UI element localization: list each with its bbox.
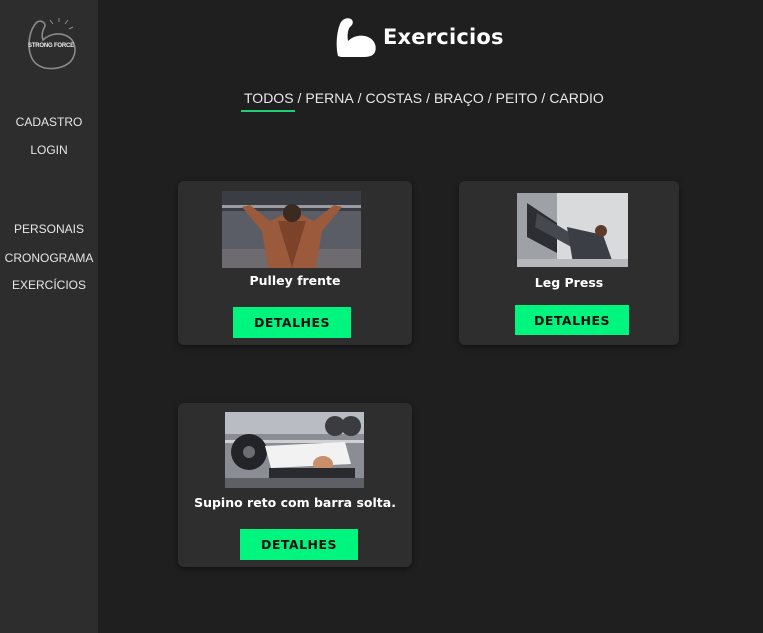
exercise-name: Leg Press — [534, 275, 604, 290]
filter-separator: / — [357, 90, 362, 106]
details-button[interactable]: DETALHES — [240, 529, 358, 560]
nav-cadastro[interactable]: CADASTRO — [0, 115, 98, 129]
filter-separator: / — [541, 90, 546, 106]
filter-costas[interactable]: COSTAS — [366, 90, 423, 106]
exercise-card: Pulley frente DETALHES — [178, 181, 412, 345]
nav-login[interactable]: LOGIN — [0, 143, 98, 157]
details-button[interactable]: DETALHES — [233, 307, 351, 338]
filter-separator: / — [426, 90, 430, 106]
nav-cronograma[interactable]: CRONOGRAMA — [0, 251, 98, 265]
exercise-card: Supino reto com barra solta. DETALHES — [178, 403, 412, 567]
filter-separator: / — [297, 90, 302, 106]
filter-perna[interactable]: PERNA — [305, 90, 353, 106]
sidebar: STRONG FORCE CADASTRO LOGIN PERSONAIS CR… — [0, 0, 98, 633]
bench-press-photo — [225, 412, 364, 488]
leg-press-photo — [517, 193, 628, 267]
nav-personais[interactable]: PERSONAIS — [0, 222, 98, 236]
exercise-name: Supino reto com barra solta. — [194, 495, 396, 510]
filter-todos[interactable]: TODOS — [244, 90, 294, 106]
page-title: Exercicios — [383, 25, 504, 49]
filter-bar: TODOS / PERNA / COSTAS / BRAÇO / PEITO / CARDIO — [244, 90, 604, 106]
filter-separator: / — [487, 90, 492, 106]
back-muscles-photo — [222, 191, 361, 268]
filter-braco[interactable]: BRAÇO — [434, 90, 484, 106]
details-button[interactable]: DETALHES — [515, 305, 629, 335]
page-header: Exercicios — [335, 16, 504, 58]
nav-exercicios[interactable]: EXERCÍCIOS — [0, 278, 98, 292]
flexed-arm-icon — [336, 18, 376, 57]
logo-text: STRONG FORCE — [28, 43, 74, 49]
filter-peito[interactable]: PEITO — [496, 90, 538, 106]
brand-logo[interactable]: STRONG FORCE — [23, 16, 79, 72]
filter-cardio[interactable]: CARDIO — [549, 90, 603, 106]
exercise-name: Pulley frente — [249, 273, 341, 288]
exercise-card: Leg Press DETALHES — [459, 181, 679, 345]
